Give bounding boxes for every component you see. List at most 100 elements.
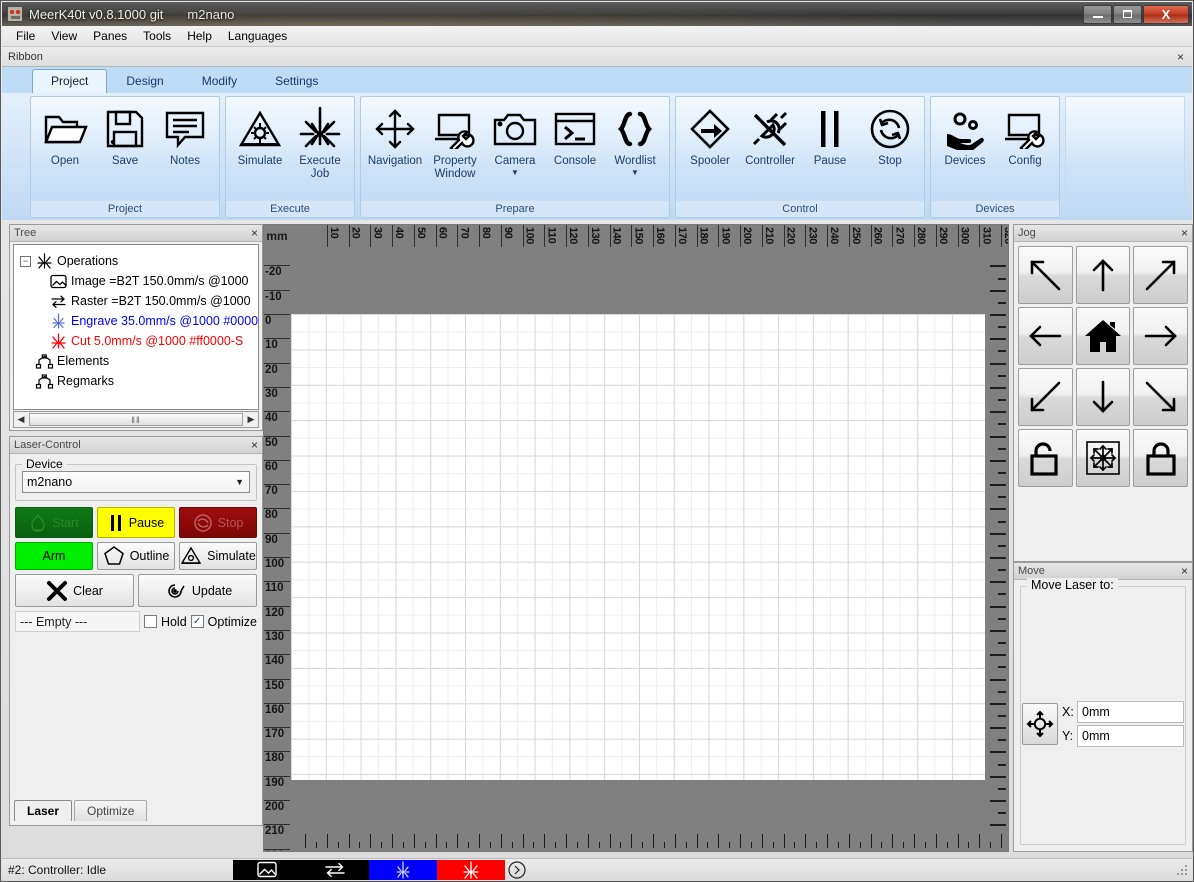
x-input[interactable]: 0mm (1077, 701, 1184, 723)
update-button[interactable]: Update (138, 574, 257, 607)
ribbon-button-stop[interactable]: Stop (860, 101, 920, 187)
status-engrave-op-cell[interactable] (369, 860, 437, 880)
resize-grip-icon[interactable] (1175, 863, 1189, 877)
menu-item-view[interactable]: View (43, 27, 85, 45)
jog-down-left-button[interactable] (1018, 368, 1073, 426)
four-arrows-icon (373, 105, 417, 153)
scroll-left-arrow-icon[interactable]: ◀ (14, 414, 28, 425)
workspace-canvas[interactable]: mm 1020304050607080901001101201301401501… (263, 224, 1009, 852)
chevron-down-icon[interactable]: ▼ (235, 477, 244, 487)
tree-node-raster[interactable]: Raster =B2T 150.0mm/s @1000 (20, 291, 258, 311)
ribbon-close-icon[interactable]: × (1177, 50, 1184, 64)
tree-node-regmarks[interactable]: Regmarks (20, 371, 258, 391)
menu-item-file[interactable]: File (8, 27, 43, 45)
menu-item-help[interactable]: Help (179, 27, 220, 45)
ribbon-button-notes[interactable]: Notes (155, 101, 215, 187)
tree-node-elements[interactable]: Elements (20, 351, 258, 371)
jog-down-right-button[interactable] (1133, 368, 1188, 426)
scrollbar-thumb[interactable]: ‖‖ (29, 413, 243, 426)
tab-settings[interactable]: Settings (256, 69, 337, 93)
jog-up-left-button[interactable] (1018, 246, 1073, 304)
tree-panel-body: − Operations Image =B2T 150.0mm/s @1000 (10, 242, 262, 430)
jog-up-button[interactable] (1076, 246, 1131, 304)
close-icon[interactable]: × (1181, 566, 1188, 576)
ribbon-button-pause[interactable]: Pause (800, 101, 860, 187)
tab-laser[interactable]: Laser (14, 800, 72, 821)
ribbon-group-project: Open Save (30, 96, 220, 218)
ruler-tick (990, 411, 1006, 413)
menu-item-languages[interactable]: Languages (220, 27, 295, 45)
tab-project[interactable]: Project (32, 69, 107, 93)
status-next-button[interactable] (505, 860, 529, 880)
tab-design[interactable]: Design (107, 69, 182, 93)
status-raster-op-cell[interactable] (301, 860, 369, 880)
ribbon-button-controller[interactable]: Controller (740, 101, 800, 187)
ruler-label: 100 (265, 559, 284, 570)
chevron-down-icon[interactable]: ▼ (631, 169, 639, 177)
chevron-down-icon[interactable]: ▼ (511, 169, 519, 177)
ruler-tick (998, 399, 1006, 401)
ribbon-button-save[interactable]: Save (95, 101, 155, 187)
ribbon-button-property-window[interactable]: Property Window (425, 101, 485, 187)
bed-grid[interactable] (291, 314, 985, 780)
ribbon-button-spooler[interactable]: Spooler (680, 101, 740, 187)
ribbon-button-simulate[interactable]: Simulate (230, 101, 290, 187)
tree-node-operations[interactable]: − Operations (20, 251, 258, 271)
tree-view[interactable]: − Operations Image =B2T 150.0mm/s @1000 (13, 244, 259, 410)
start-button[interactable]: Start (15, 507, 93, 538)
scroll-right-arrow-icon[interactable]: ▶ (244, 414, 258, 425)
ribbon-button-camera[interactable]: Camera ▼ (485, 101, 545, 187)
optimize-checkbox[interactable]: ✓ Optimize (191, 615, 257, 629)
tree-node-cut[interactable]: Cut 5.0mm/s @1000 #ff0000-S (20, 331, 258, 351)
jog-up-right-button[interactable] (1133, 246, 1188, 304)
device-select[interactable]: m2nano ▼ (22, 471, 250, 493)
minimize-button[interactable] (1083, 5, 1112, 24)
hold-checkbox[interactable]: Hold (144, 615, 187, 629)
vertical-ruler[interactable]: -20-100102030405060708090100110120130140… (264, 247, 290, 851)
tree-node-engrave[interactable]: Engrave 35.0mm/s @1000 #0000 (20, 311, 258, 331)
clear-button[interactable]: Clear (15, 574, 134, 607)
horizontal-ruler[interactable]: 1020304050607080901001101201301401501601… (290, 225, 1008, 247)
tree-node-image[interactable]: Image =B2T 150.0mm/s @1000 (20, 271, 258, 291)
ribbon-button-open[interactable]: Open (35, 101, 95, 187)
tree-horizontal-scrollbar[interactable]: ◀ ‖‖ ▶ (13, 411, 259, 428)
center-move-button[interactable] (1076, 429, 1131, 487)
ribbon-button-console[interactable]: Console (545, 101, 605, 187)
expander-toggle[interactable]: − (20, 256, 31, 267)
arm-button[interactable]: Arm (15, 542, 93, 570)
maximize-button[interactable] (1113, 5, 1142, 24)
checkbox-box[interactable] (144, 615, 157, 628)
close-icon[interactable]: × (1181, 228, 1188, 238)
menu-item-tools[interactable]: Tools (135, 27, 179, 45)
ruler-tick (751, 842, 752, 848)
checkbox-box[interactable]: ✓ (191, 615, 204, 628)
outline-button[interactable]: Outline (97, 542, 175, 570)
unlock-rail-button[interactable] (1018, 429, 1073, 487)
ruler-tick (664, 842, 665, 848)
jog-down-button[interactable] (1076, 368, 1131, 426)
device-select-value: m2nano (27, 475, 72, 489)
ribbon-button-devices[interactable]: Devices (935, 101, 995, 187)
close-icon[interactable]: × (251, 228, 258, 238)
y-input[interactable]: 0mm (1077, 725, 1184, 747)
ribbon-button-wordlist[interactable]: Wordlist ▼ (605, 101, 665, 187)
stop-button[interactable]: Stop (179, 507, 257, 538)
jog-home-button[interactable] (1076, 307, 1131, 365)
ribbon-button-execute-job[interactable]: Execute Job (290, 101, 350, 187)
jog-left-button[interactable] (1018, 307, 1073, 365)
menu-item-panes[interactable]: Panes (85, 27, 135, 45)
ribbon-button-config[interactable]: Config (995, 101, 1055, 187)
tab-optimize[interactable]: Optimize (74, 800, 147, 821)
move-to-position-button[interactable] (1022, 703, 1058, 745)
lock-rail-button[interactable] (1133, 429, 1188, 487)
ruler-tick (849, 834, 850, 848)
status-cut-op-cell[interactable] (437, 860, 505, 880)
jog-right-button[interactable] (1133, 307, 1188, 365)
close-icon[interactable]: × (251, 440, 258, 450)
pause-button[interactable]: Pause (97, 507, 175, 538)
close-button[interactable]: X (1143, 5, 1189, 24)
tab-modify[interactable]: Modify (183, 69, 256, 93)
simulate-button[interactable]: Simulate (179, 542, 257, 570)
ribbon-button-navigation[interactable]: Navigation (365, 101, 425, 187)
status-image-op-cell[interactable] (233, 860, 301, 880)
